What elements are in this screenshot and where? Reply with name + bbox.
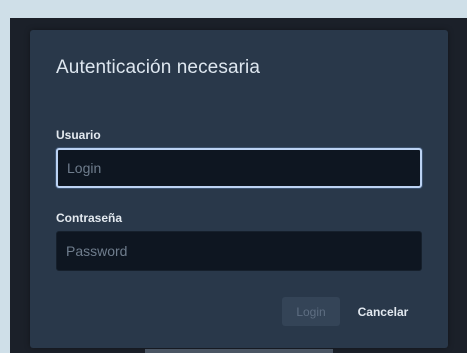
dialog-title: Autenticación necesaria [56,57,261,78]
cancel-button[interactable]: Cancelar [348,297,418,326]
username-input[interactable] [56,148,422,188]
authentication-dialog: Autenticación necesaria Usuario Contrase… [30,30,448,348]
password-label: Contraseña [56,211,123,225]
username-label: Usuario [56,128,101,142]
background-window-edge [145,349,333,353]
login-button[interactable]: Login [282,297,340,326]
password-input[interactable] [56,231,422,271]
